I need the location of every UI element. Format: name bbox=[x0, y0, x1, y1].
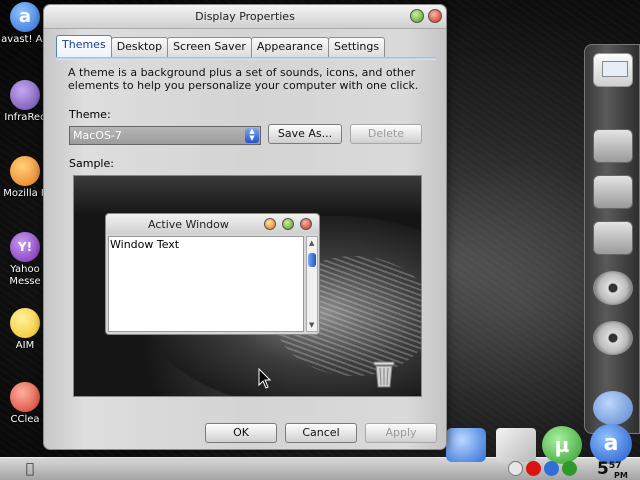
trash-icon bbox=[373, 361, 395, 388]
preview-scrollbar: ▲ ▼ bbox=[306, 236, 318, 332]
alert-tray-icon[interactable] bbox=[526, 461, 541, 476]
scroll-down-icon: ▼ bbox=[309, 321, 315, 329]
yahoo-messenger-icon: Y! bbox=[10, 232, 40, 262]
disc-icon[interactable] bbox=[593, 321, 633, 355]
preview-window-text: Window Text bbox=[108, 236, 304, 332]
infrarec-icon bbox=[10, 80, 40, 110]
theme-dropdown-value: MacOS-7 bbox=[73, 129, 122, 142]
avast-icon: a bbox=[10, 2, 40, 32]
sample-label: Sample: bbox=[69, 157, 114, 170]
download-drive-icon[interactable] bbox=[593, 221, 633, 255]
preview-zoom-icon bbox=[282, 218, 294, 230]
apply-button[interactable]: Apply bbox=[365, 423, 437, 443]
tab-screen-saver[interactable]: Screen Saver bbox=[167, 37, 252, 57]
cancel-button[interactable]: Cancel bbox=[285, 423, 357, 443]
disc-icon[interactable] bbox=[593, 271, 633, 305]
ok-button[interactable]: OK bbox=[205, 423, 277, 443]
aim-icon bbox=[10, 308, 40, 338]
info-tray-icon[interactable] bbox=[544, 461, 559, 476]
preview-minimize-icon bbox=[264, 218, 276, 230]
title-bar[interactable]: Display Properties bbox=[44, 5, 446, 29]
utorrent-icon[interactable]: µ bbox=[542, 426, 582, 464]
clock[interactable]: 557 PM bbox=[597, 459, 628, 480]
minimize-button[interactable] bbox=[410, 9, 424, 23]
theme-description: A theme is a background plus a set of so… bbox=[68, 66, 419, 92]
apple-menu-icon[interactable]:  bbox=[20, 460, 40, 478]
taskbar:  µ a 557 PM bbox=[0, 424, 640, 480]
close-button[interactable] bbox=[428, 9, 442, 23]
drive-icon[interactable] bbox=[593, 175, 633, 209]
system-tray bbox=[508, 461, 577, 479]
finder-icon[interactable] bbox=[446, 428, 486, 462]
tab-underline bbox=[56, 57, 436, 60]
theme-label: Theme: bbox=[69, 108, 111, 121]
network-icon[interactable] bbox=[593, 391, 633, 425]
firefox-icon bbox=[10, 156, 40, 186]
tab-themes[interactable]: Themes bbox=[56, 35, 112, 57]
computer-icon[interactable] bbox=[593, 53, 633, 87]
drive-icon[interactable] bbox=[593, 129, 633, 163]
preview-close-icon bbox=[300, 218, 312, 230]
clock-hour: 5 bbox=[597, 459, 609, 479]
preview-scroll-thumb bbox=[308, 253, 316, 267]
utorrent-tray-icon[interactable] bbox=[562, 461, 577, 476]
clock-minutes: 57 bbox=[608, 461, 622, 471]
messenger-tray-icon[interactable] bbox=[508, 461, 523, 476]
dropdown-arrows-icon[interactable]: ▲ ▼ bbox=[245, 128, 259, 143]
display-properties-window: Display Properties Themes Desktop Screen… bbox=[43, 4, 447, 450]
save-as-button[interactable]: Save As... bbox=[268, 124, 342, 144]
preview-wallpaper-band bbox=[74, 176, 421, 216]
preview-active-window: Active Window Window Text ▲ ▼ bbox=[105, 213, 320, 335]
theme-dropdown[interactable]: MacOS-7 ▲ ▼ bbox=[69, 126, 261, 145]
delete-button[interactable]: Delete bbox=[350, 124, 422, 144]
ccleaner-icon bbox=[10, 382, 40, 412]
documents-icon[interactable] bbox=[496, 428, 536, 462]
tab-appearance[interactable]: Appearance bbox=[250, 37, 329, 57]
tab-settings[interactable]: Settings bbox=[327, 37, 386, 57]
clock-ampm: PM bbox=[614, 471, 628, 480]
mouse-cursor-icon bbox=[258, 368, 272, 389]
dock bbox=[584, 44, 640, 434]
avast-dock-icon[interactable]: a bbox=[590, 424, 632, 464]
window-title: Display Properties bbox=[195, 10, 295, 23]
scroll-up-icon: ▲ bbox=[309, 239, 315, 247]
tab-bar: Themes Desktop Screen Saver Appearance S… bbox=[56, 35, 386, 57]
theme-preview: Active Window Window Text ▲ ▼ bbox=[73, 175, 422, 397]
tab-desktop[interactable]: Desktop bbox=[110, 37, 169, 57]
